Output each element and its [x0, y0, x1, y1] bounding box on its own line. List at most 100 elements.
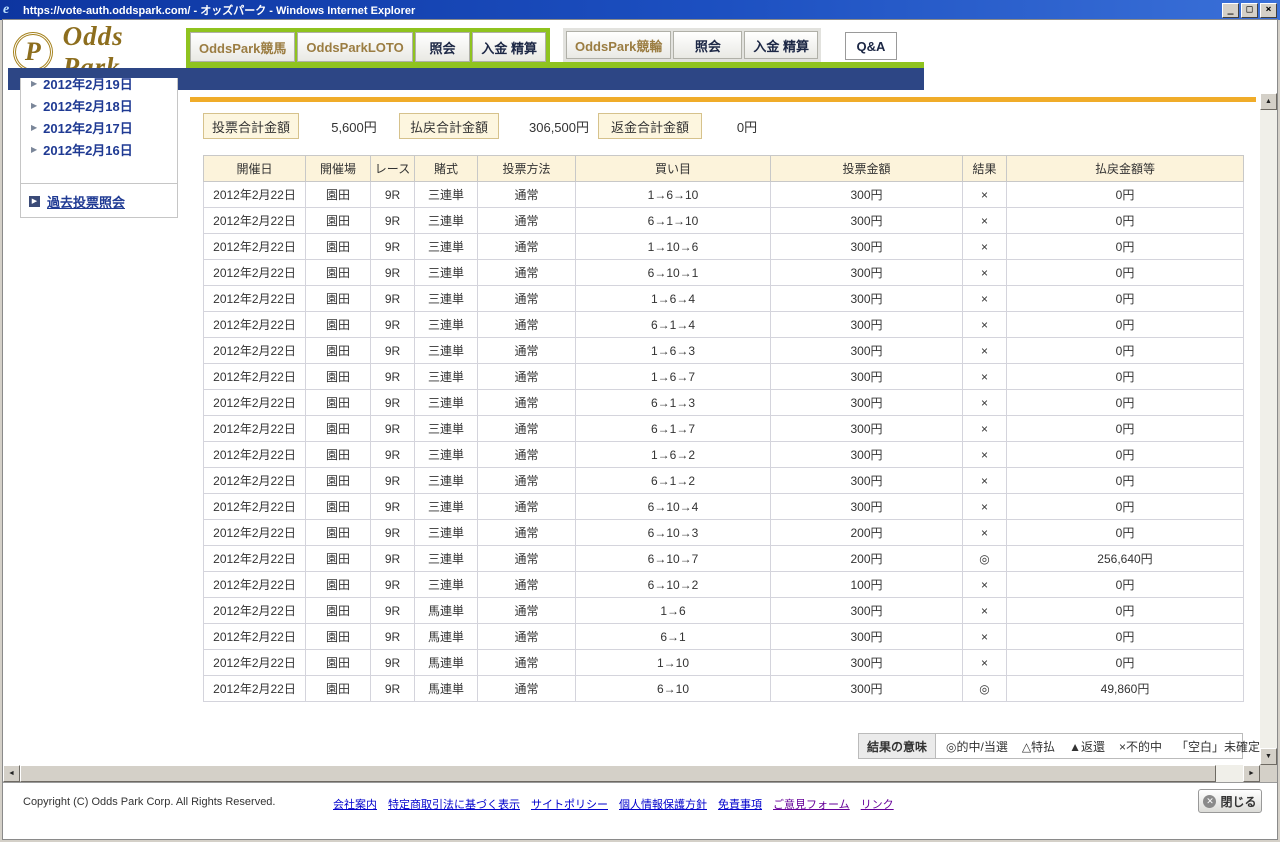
table-cell: 300円: [770, 337, 963, 364]
table-cell: 6→1→10: [575, 207, 771, 234]
chevron-right-icon: ▶: [31, 122, 38, 132]
table-cell: ×: [962, 259, 1007, 286]
footer-link[interactable]: リンク: [861, 796, 894, 812]
close-window-button[interactable]: ×: [1260, 2, 1277, 18]
table-cell: 0円: [1006, 467, 1244, 494]
table-cell: 馬連単: [414, 597, 478, 624]
table-cell: 園田: [305, 597, 371, 624]
table-cell: 300円: [770, 467, 963, 494]
close-page-button[interactable]: ✕ 閉じる: [1198, 789, 1262, 813]
table-cell: 三連単: [414, 233, 478, 260]
scroll-right-button[interactable]: ►: [1243, 765, 1260, 782]
horizontal-scrollbar-thumb[interactable]: [20, 765, 1216, 782]
table-cell: ◎: [962, 675, 1007, 702]
table-cell: 9R: [370, 389, 415, 416]
table-cell: 0円: [1006, 259, 1244, 286]
scrollbar-corner: [1260, 765, 1277, 782]
browser-viewport: P Odds Park OddsPark競馬 OddsParkLOTO 照会 入金 精…: [2, 19, 1278, 840]
table-cell: 0円: [1006, 571, 1244, 598]
table-cell: 園田: [305, 519, 371, 546]
table-cell: 三連単: [414, 493, 478, 520]
table-cell: 0円: [1006, 233, 1244, 260]
nav-button[interactable]: 照会: [414, 32, 471, 62]
scroll-up-button[interactable]: ▲: [1260, 93, 1277, 110]
table-cell: 0円: [1006, 337, 1244, 364]
table-cell: 馬連単: [414, 623, 478, 650]
table-cell: 園田: [305, 311, 371, 338]
table-cell: 馬連単: [414, 649, 478, 676]
nav-button[interactable]: 入金 精算: [472, 32, 546, 62]
maximize-button[interactable]: □: [1241, 2, 1258, 18]
table-cell: 三連単: [414, 519, 478, 546]
scroll-left-button[interactable]: ◄: [3, 765, 20, 782]
sidebar-item-date[interactable]: ▶ 2012年2月17日: [21, 116, 177, 138]
nav-button[interactable]: OddsPark競輪: [566, 31, 672, 59]
footer-link[interactable]: 会社案内: [333, 796, 377, 812]
table-cell: 49,860円: [1006, 675, 1244, 702]
table-cell: 200円: [770, 545, 963, 572]
table-cell: 9R: [370, 571, 415, 598]
table-cell: 2012年2月22日: [203, 285, 306, 312]
table-cell: 2012年2月22日: [203, 571, 306, 598]
nav-button[interactable]: 照会: [673, 31, 743, 59]
column-header: レース: [370, 155, 415, 182]
table-cell: 300円: [770, 181, 963, 208]
nav-button[interactable]: 入金 精算: [744, 31, 818, 59]
table-cell: 2012年2月22日: [203, 441, 306, 468]
table-row: 2012年2月22日 園田 9R 三連単 通常 6→1→3 300円 × 0円: [203, 389, 1244, 416]
bet-history-table: 開催日 開催場 レース 賭式 投票方法 買い目 投票金額 結果 払戻金額等 2012年2月22日…: [203, 155, 1244, 702]
table-cell: 9R: [370, 623, 415, 650]
table-cell: 6→10→2: [575, 571, 771, 598]
oddspark-logo-icon: P: [13, 32, 53, 72]
chevron-right-icon: ▶: [31, 100, 38, 110]
table-cell: 0円: [1006, 649, 1244, 676]
table-cell: 園田: [305, 207, 371, 234]
qa-button[interactable]: Q&A: [845, 32, 897, 60]
table-cell: 6→1→2: [575, 467, 771, 494]
sidebar-item-date[interactable]: ▶ 2012年2月19日: [21, 78, 177, 94]
table-cell: 2012年2月22日: [203, 649, 306, 676]
table-row: 2012年2月22日 園田 9R 三連単 通常 6→10→3 200円 × 0円: [203, 519, 1244, 546]
table-cell: 200円: [770, 519, 963, 546]
table-cell: 園田: [305, 493, 371, 520]
table-row: 2012年2月22日 園田 9R 三連単 通常 6→10→4 300円 × 0円: [203, 493, 1244, 520]
table-cell: 2012年2月22日: [203, 623, 306, 650]
footer-link[interactable]: 個人情報保護方針: [619, 796, 707, 812]
legend-item: △特払: [1021, 739, 1056, 754]
table-cell: 2012年2月22日: [203, 311, 306, 338]
sidebar-item-date[interactable]: ▶ 2012年2月16日: [21, 138, 177, 160]
sidebar-item-past-votes[interactable]: ▶ 過去投票照会: [21, 183, 177, 217]
table-cell: 園田: [305, 259, 371, 286]
table-cell: 園田: [305, 233, 371, 260]
table-row: 2012年2月22日 園田 9R 三連単 通常 6→1→2 300円 × 0円: [203, 467, 1244, 494]
table-cell: 馬連単: [414, 675, 478, 702]
vertical-scrollbar-track[interactable]: [1260, 93, 1277, 765]
footer-link[interactable]: ご意見フォーム: [773, 796, 850, 812]
table-row: 2012年2月22日 園田 9R 三連単 通常 6→1→7 300円 × 0円: [203, 415, 1244, 442]
scroll-down-button[interactable]: ▼: [1260, 748, 1277, 765]
table-cell: 9R: [370, 363, 415, 390]
nav-button[interactable]: OddsPark競馬: [190, 32, 296, 62]
nav-button[interactable]: OddsParkLOTO: [297, 32, 413, 62]
table-cell: 三連単: [414, 285, 478, 312]
sidebar-item-date[interactable]: ▶ 2012年2月18日: [21, 94, 177, 116]
table-cell: 0円: [1006, 519, 1244, 546]
table-cell: 0円: [1006, 597, 1244, 624]
table-cell: 100円: [770, 571, 963, 598]
total-bet-value: 5,600円: [331, 119, 377, 135]
footer-link[interactable]: 特定商取引法に基づく表示: [388, 796, 520, 812]
table-cell: 三連単: [414, 363, 478, 390]
total-refund-value: 0円: [736, 119, 758, 135]
table-cell: 0円: [1006, 389, 1244, 416]
table-cell: 300円: [770, 311, 963, 338]
footer-link[interactable]: 免責事項: [718, 796, 762, 812]
footer-link[interactable]: サイトポリシー: [531, 796, 608, 812]
column-header: 開催場: [305, 155, 371, 182]
table-cell: 園田: [305, 363, 371, 390]
table-cell: 1→6→4: [575, 285, 771, 312]
table-cell: 通常: [477, 363, 576, 390]
footer: Copyright (C) Odds Park Corp. All Rights…: [3, 782, 1277, 839]
table-cell: ◎: [962, 545, 1007, 572]
table-cell: 9R: [370, 675, 415, 702]
minimize-button[interactable]: _: [1222, 2, 1239, 18]
